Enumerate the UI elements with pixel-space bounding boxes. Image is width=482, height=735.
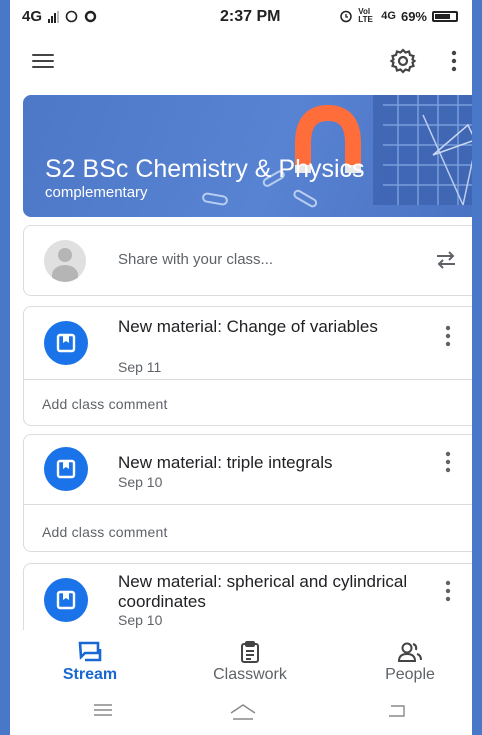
screen: 4G 2:37 PM Vol LTE 4G 69% S2 BSc Chemist… [10,0,472,735]
battery-icon [432,10,458,22]
post-date: Sep 10 [118,474,163,490]
tab-label: Classwork [213,666,287,683]
class-banner[interactable]: S2 BSc Chemistry & Physics complementary [23,95,472,217]
material-icon [44,447,88,491]
stream-icon [78,641,102,662]
status-left: 4G [22,8,97,25]
tab-people[interactable]: People [350,630,470,690]
share-input[interactable]: Share with your class... [118,251,273,268]
clipboard-icon [241,641,259,663]
share-card[interactable]: Share with your class... [23,225,472,296]
app-bar [10,34,472,90]
post-title: New material: triple integrals [118,453,333,472]
more-vert-icon[interactable] [444,325,452,347]
back-icon[interactable] [384,702,408,720]
signal-icon [48,10,60,23]
tab-stream[interactable]: Stream [30,630,150,690]
more-vert-icon[interactable] [444,580,452,602]
more-vert-icon[interactable] [450,50,458,72]
network-label: 4G [22,8,43,25]
post-card[interactable]: New material: triple integrals Sep 10 Ad… [23,434,472,552]
post-title: New material: Change of variables [118,317,378,336]
tab-classwork[interactable]: Classwork [190,630,310,690]
class-title: S2 BSc Chemistry & Physics [45,155,365,183]
tab-label: People [385,666,435,683]
menu-icon[interactable] [32,54,54,70]
post-card[interactable]: New material: Change of variables Sep 11… [23,306,472,426]
status-bar: 4G 2:37 PM Vol LTE 4G 69% [10,0,472,34]
volte-label: Vol LTE [358,7,373,24]
network2-label: 4G [381,10,396,22]
alarm-icon [340,10,353,23]
sync-icon [84,10,97,23]
system-navigation [10,692,472,735]
add-comment-link[interactable]: Add class comment [42,524,168,540]
repost-icon[interactable] [434,248,458,272]
avatar [44,240,86,282]
whatsapp-icon [65,10,78,23]
post-title: New material: spherical and cylindrical … [118,572,408,611]
frame-right [472,0,482,735]
gear-icon[interactable] [388,46,418,76]
post-date: Sep 11 [118,359,162,375]
divider [24,379,472,380]
frame-left [0,0,10,735]
status-time: 2:37 PM [220,8,281,25]
more-vert-icon[interactable] [444,451,452,473]
bottom-navigation: Stream Classwork People [10,630,472,690]
material-icon [44,321,88,365]
divider [24,504,472,505]
post-date: Sep 10 [118,612,163,628]
add-comment-link[interactable]: Add class comment [42,396,168,412]
tab-label: Stream [62,666,118,683]
home-icon[interactable] [228,702,258,722]
people-icon [397,642,422,662]
material-icon [44,578,88,622]
battery-percent: 69% [400,8,427,24]
recents-icon[interactable] [92,702,114,718]
status-right: Vol LTE 4G 69% [339,8,458,24]
class-subtitle: complementary [45,184,148,201]
